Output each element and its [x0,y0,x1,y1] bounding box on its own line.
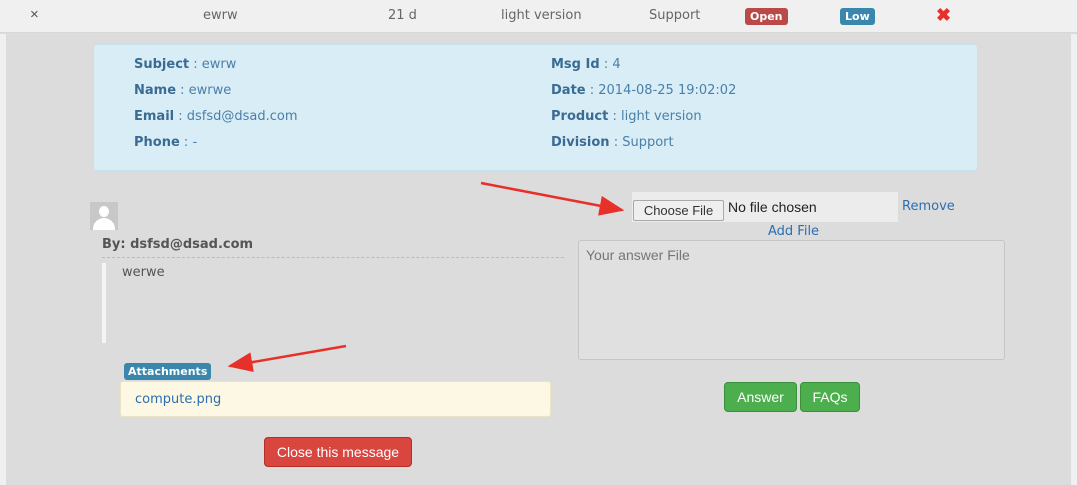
attachments-box: compute.png [120,381,551,417]
ticket-info-panel: Subject : ewrw Name : ewrwe Email : dsfs… [93,44,978,171]
info-subject-value: ewrw [201,57,237,72]
info-product-value: light version [621,109,702,124]
choose-file-button[interactable]: Choose File [633,200,724,221]
ticket-division: Support [649,8,701,23]
info-phone-value: - [192,135,198,150]
info-name-value: ewrwe [188,83,232,98]
collapse-icon[interactable]: × [30,6,39,23]
arrow-to-attachments [227,344,347,373]
info-name: Name : ewrwe [134,83,232,98]
attachment-link[interactable]: compute.png [135,392,221,407]
info-subject-label: Subject [134,57,190,72]
info-subject: Subject : ewrw [134,57,237,72]
ticket-age: 21 d [388,8,417,23]
info-phone: Phone : - [134,135,198,150]
info-date-value: 2014-08-25 19:02:02 [598,83,737,98]
info-email-label: Email [134,109,175,124]
message-quote-bar [102,263,106,343]
info-name-label: Name [134,83,177,98]
info-email-value: dsfsd@dsad.com [186,109,298,124]
divider [102,257,564,258]
ticket-subject: ewrw [203,8,238,23]
priority-badge: Low [840,8,875,25]
answer-button[interactable]: Answer [724,382,797,412]
info-product: Product : light version [551,109,702,124]
faqs-button[interactable]: FAQs [800,382,860,412]
info-division-label: Division [551,135,610,150]
right-border [1071,34,1077,485]
info-email: Email : dsfsd@dsad.com [134,109,298,124]
close-message-button[interactable]: Close this message [264,437,412,467]
info-division: Division : Support [551,135,674,150]
info-date: Date : 2014-08-25 19:02:02 [551,83,737,98]
info-date-label: Date [551,83,586,98]
status-badge: Open [745,8,788,25]
ticket-row[interactable]: × ewrw 21 d light version Support Open L… [0,0,1077,33]
message-author: By: dsfsd@dsad.com [102,237,254,252]
info-msgid: Msg Id : 4 [551,57,621,72]
file-status: No file chosen [728,199,817,215]
info-phone-label: Phone [134,135,180,150]
info-division-value: Support [622,135,674,150]
avatar-icon [90,202,118,230]
add-file-link[interactable]: Add File [768,224,819,239]
info-msgid-label: Msg Id [551,57,600,72]
left-border [0,34,6,485]
ticket-product: light version [501,8,582,23]
arrow-to-choose-file [480,181,625,216]
delete-icon[interactable]: ✖ [936,5,951,26]
info-product-label: Product [551,109,609,124]
file-input[interactable]: Choose File No file chosen [632,192,898,222]
answer-textarea[interactable] [578,240,1005,360]
attachments-label: Attachments [124,363,212,380]
info-msgid-value: 4 [612,57,621,72]
message-body: werwe [122,265,165,280]
remove-file-link[interactable]: Remove [902,199,955,214]
